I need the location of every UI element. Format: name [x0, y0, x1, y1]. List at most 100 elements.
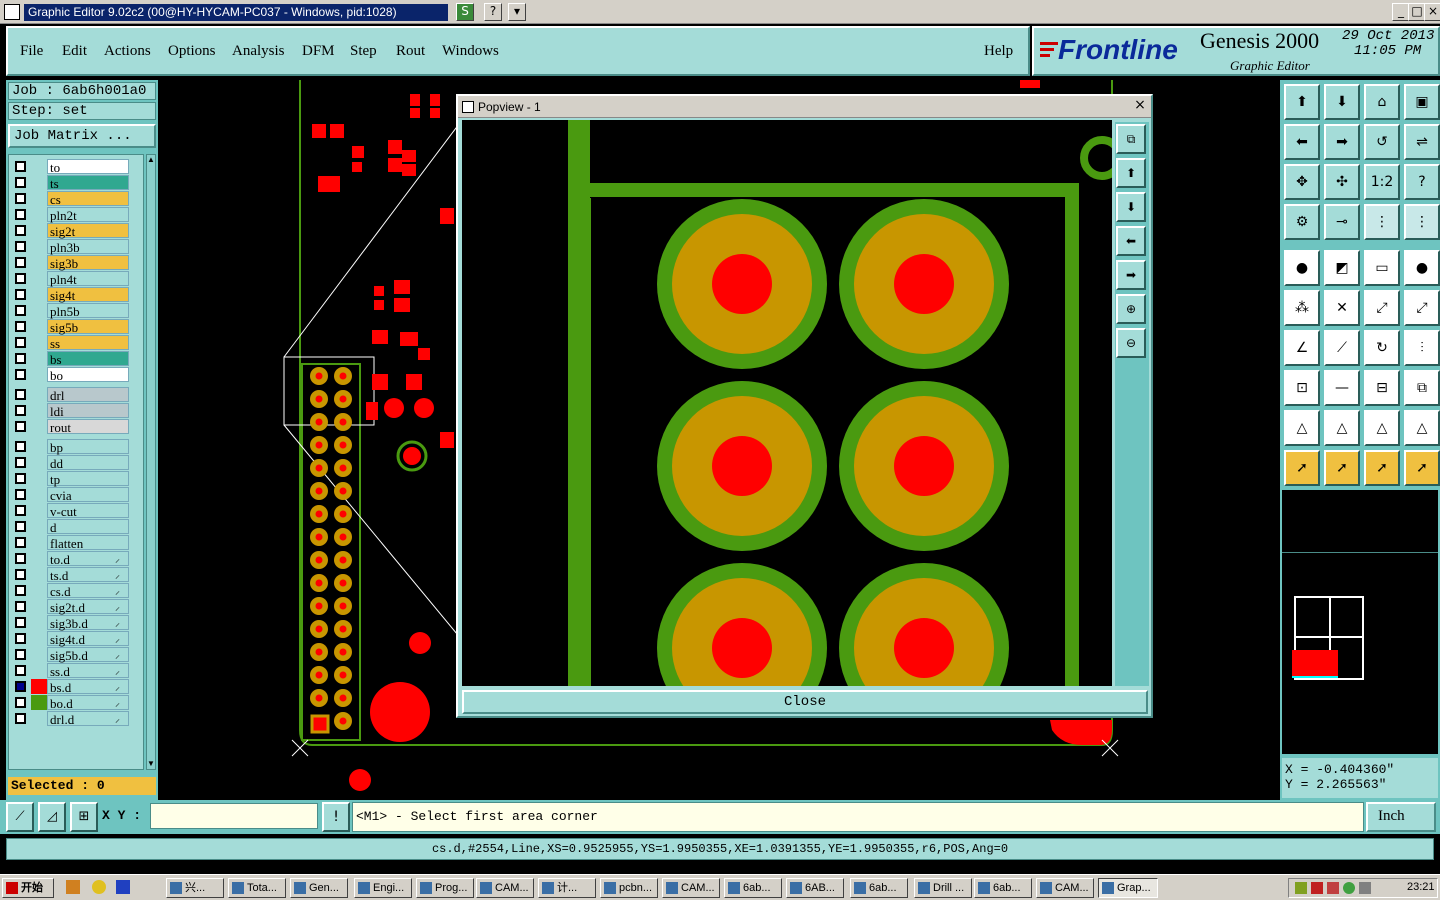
layer-checkbox[interactable]	[15, 161, 26, 172]
fit-icon[interactable]: ✥	[1284, 164, 1320, 200]
dash-icon[interactable]: —	[1324, 370, 1360, 406]
angle-icon[interactable]: ∠	[1284, 330, 1320, 366]
taskbar-item[interactable]: Drill ...	[914, 878, 972, 898]
layer-row-sig3b-d[interactable]: sig3b.d ⸝	[11, 615, 133, 631]
layer-checkbox[interactable]	[15, 421, 26, 432]
layer-row-bs[interactable]: bs	[11, 351, 133, 367]
s-icon[interactable]: S	[456, 3, 474, 21]
popview-canvas[interactable]	[462, 120, 1112, 686]
xy-input[interactable]	[150, 803, 318, 829]
job-matrix-button[interactable]: Job Matrix ...	[8, 124, 156, 148]
info-icon[interactable]: !	[322, 802, 350, 832]
window-icon[interactable]: ▣	[1404, 84, 1440, 120]
zoom-icon[interactable]: ✣	[1324, 164, 1360, 200]
layer-row-cs[interactable]: cs	[11, 191, 133, 207]
layer-checkbox[interactable]	[15, 209, 26, 220]
menu-windows[interactable]: Windows	[442, 43, 499, 60]
select3-icon[interactable]: ➚	[1364, 450, 1400, 486]
delete-icon[interactable]: ✕	[1324, 290, 1360, 326]
layer-row-dd[interactable]: dd	[11, 455, 133, 471]
layer-row-flatten[interactable]: flatten	[11, 535, 133, 551]
pan-down-icon[interactable]: ⬇	[1116, 192, 1146, 222]
layer-checkbox[interactable]	[15, 257, 26, 268]
pin-icon[interactable]: ⊸	[1324, 204, 1360, 240]
layer-row-ldi[interactable]: ldi	[11, 403, 133, 419]
select4-icon[interactable]: ➚	[1404, 450, 1440, 486]
layer-checkbox[interactable]	[15, 473, 26, 484]
pan-right-icon[interactable]: ➡	[1116, 260, 1146, 290]
layer-checkbox[interactable]	[15, 405, 26, 416]
zoom-out-icon[interactable]: ⊖	[1116, 328, 1146, 358]
layer-row-sig2t[interactable]: sig2t	[11, 223, 133, 239]
dot-icon[interactable]: ●	[1404, 250, 1440, 286]
measure2-icon[interactable]: ⊟	[1364, 370, 1400, 406]
taskbar-item[interactable]: CAM...	[476, 878, 534, 898]
layer-row-to-d[interactable]: to.d ⸝	[11, 551, 133, 567]
layer-row-tp[interactable]: tp	[11, 471, 133, 487]
layer-checkbox[interactable]	[15, 337, 26, 348]
layer-row-pln4t[interactable]: pln4t	[11, 271, 133, 287]
layer-checkbox[interactable]	[15, 305, 26, 316]
zoom-in-icon[interactable]: ⊕	[1116, 294, 1146, 324]
layer-checkbox[interactable]	[15, 225, 26, 236]
layer-row-sig2t-d[interactable]: sig2t.d ⸝	[11, 599, 133, 615]
layer-checkbox[interactable]	[15, 389, 26, 400]
move-left-icon[interactable]: ⬅	[1284, 124, 1320, 160]
start-button[interactable]: 开始	[2, 878, 54, 898]
layer-row-pln2t[interactable]: pln2t	[11, 207, 133, 223]
menu-rout[interactable]: Rout	[396, 43, 425, 60]
layer-row-pln5b[interactable]: pln5b	[11, 303, 133, 319]
layer-checkbox[interactable]	[15, 241, 26, 252]
overview-map[interactable]	[1282, 490, 1438, 754]
query-icon[interactable]: ?	[1404, 164, 1440, 200]
quicklaunch-icon[interactable]	[66, 880, 80, 894]
fill-icon[interactable]: ◩	[1324, 250, 1360, 286]
pan-up-icon[interactable]: ⬆	[1116, 158, 1146, 188]
layer-scrollbar[interactable]: ▲ ▼	[146, 154, 156, 770]
menu-dfm[interactable]: DFM	[302, 43, 335, 60]
layer-checkbox[interactable]	[15, 193, 26, 204]
layer-icon[interactable]: ⋮	[1364, 204, 1400, 240]
taskbar-item[interactable]: CAM...	[1036, 878, 1094, 898]
help-icon[interactable]: ?	[484, 3, 502, 21]
taskbar-item[interactable]: Gen...	[290, 878, 348, 898]
layer-checkbox[interactable]	[15, 553, 26, 564]
home-icon[interactable]: ⌂	[1364, 84, 1400, 120]
clock-app-icon[interactable]	[92, 880, 106, 894]
layer-checkbox[interactable]	[15, 321, 26, 332]
layer-checkbox[interactable]	[15, 457, 26, 468]
menu-actions[interactable]: Actions	[104, 43, 151, 60]
layer-checkbox[interactable]	[15, 585, 26, 596]
triangle1-icon[interactable]: △	[1284, 410, 1320, 446]
layer-checkbox[interactable]	[15, 537, 26, 548]
layer-checkbox[interactable]	[15, 649, 26, 660]
layer-row-sig4t-d[interactable]: sig4t.d ⸝	[11, 631, 133, 647]
tray-icon-5[interactable]	[1359, 882, 1371, 894]
taskbar-item[interactable]: 6ab...	[974, 878, 1032, 898]
triangle2-icon[interactable]: △	[1324, 410, 1360, 446]
layer-row-bo[interactable]: bo	[11, 367, 133, 383]
taskbar-item[interactable]: pcbn...	[600, 878, 658, 898]
layer-row-bp[interactable]: bp	[11, 439, 133, 455]
move-right-icon[interactable]: ➡	[1324, 124, 1360, 160]
layer-row-sig5b-d[interactable]: sig5b.d ⸝	[11, 647, 133, 663]
slash-icon[interactable]: ⟋	[1324, 330, 1360, 366]
layer-checkbox[interactable]	[15, 177, 26, 188]
taskbar-item[interactable]: Engi...	[354, 878, 412, 898]
taskbar-item[interactable]: 6AB...	[786, 878, 844, 898]
layer-row-sig4t[interactable]: sig4t	[11, 287, 133, 303]
taskbar-item[interactable]: Grap...	[1098, 878, 1158, 898]
browser-icon[interactable]	[116, 880, 130, 894]
layer-row-ss-d[interactable]: ss.d ⸝	[11, 663, 133, 679]
layer-row-bs-d[interactable]: bs.d ⸝	[11, 679, 133, 695]
taskbar-item[interactable]: Tota...	[228, 878, 286, 898]
triangle4-icon[interactable]: △	[1404, 410, 1440, 446]
units-selector[interactable]: Inch	[1366, 802, 1436, 832]
layer-row-cs-d[interactable]: cs.d ⸝	[11, 583, 133, 599]
scale-icon[interactable]: 1:2	[1364, 164, 1400, 200]
select-icon[interactable]: ➚	[1284, 450, 1320, 486]
layer-row-cvia[interactable]: cvia	[11, 487, 133, 503]
swap-icon[interactable]: ⇌	[1404, 124, 1440, 160]
layer-checkbox[interactable]	[15, 569, 26, 580]
layer-checkbox[interactable]	[15, 521, 26, 532]
